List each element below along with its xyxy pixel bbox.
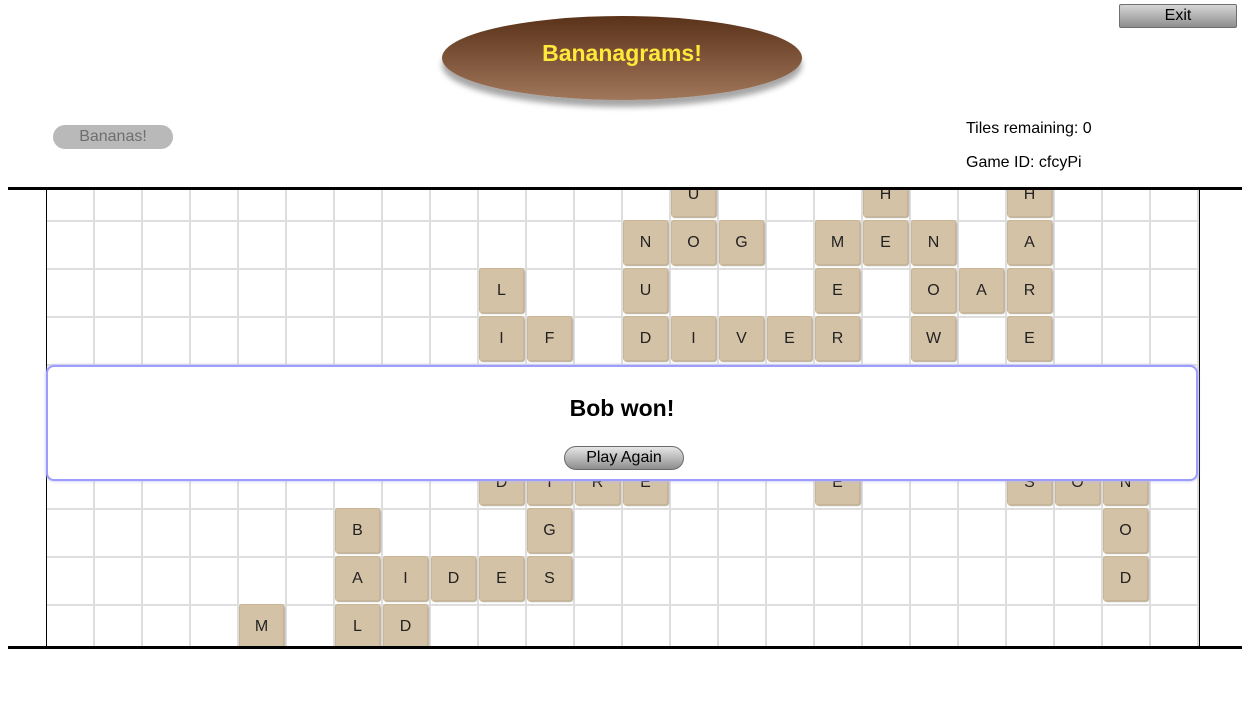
letter-tile[interactable]: E [815,268,860,313]
letter-tile[interactable]: S [527,556,572,601]
letter-tile[interactable]: G [527,508,572,553]
letter-tile[interactable]: A [959,268,1004,313]
letter-tile[interactable]: D [431,556,476,601]
letter-tile[interactable]: U [671,190,716,217]
win-dialog: Bob won! Play Again [46,365,1198,481]
letter-tile[interactable]: M [239,604,284,646]
letter-tile[interactable]: G [719,220,764,265]
tiles-remaining: Tiles remaining: 0 [966,120,1092,137]
letter-tile[interactable]: N [911,220,956,265]
letter-tile[interactable]: L [479,268,524,313]
letter-tile[interactable]: N [623,220,668,265]
letter-tile[interactable]: D [383,604,428,646]
game-title: Bananagrams! [542,39,702,66]
exit-button[interactable]: Exit [1119,4,1237,28]
letter-tile[interactable]: H [863,190,908,217]
letter-tile[interactable]: O [1103,508,1148,553]
bananas-button[interactable]: Bananas! [53,125,173,149]
letter-tile[interactable]: L [335,604,380,646]
letter-tile[interactable]: E [1007,316,1052,361]
letter-tile[interactable]: D [623,316,668,361]
letter-tile[interactable]: D [1103,556,1148,601]
play-again-button[interactable]: Play Again [564,446,684,470]
letter-tile[interactable]: I [383,556,428,601]
win-message: Bob won! [569,395,675,421]
letter-tile[interactable]: A [335,556,380,601]
letter-tile[interactable]: R [815,316,860,361]
title-banner: Bananagrams! [442,16,802,100]
letter-tile[interactable]: I [479,316,524,361]
letter-tile[interactable]: H [1007,190,1052,217]
letter-tile[interactable]: V [719,316,764,361]
letter-tile[interactable]: A [1007,220,1052,265]
game-id: Game ID: cfcyPi [966,154,1082,171]
letter-tile[interactable]: U [623,268,668,313]
board-bottom-border [8,646,1242,649]
letter-tile[interactable]: O [671,220,716,265]
letter-tile[interactable]: B [335,508,380,553]
letter-tile[interactable]: E [863,220,908,265]
letter-tile[interactable]: R [1007,268,1052,313]
letter-tile[interactable]: I [671,316,716,361]
letter-tile[interactable]: E [767,316,812,361]
letter-tile[interactable]: W [911,316,956,361]
letter-tile[interactable]: F [527,316,572,361]
letter-tile[interactable]: M [815,220,860,265]
letter-tile[interactable]: O [911,268,956,313]
letter-tile[interactable]: E [479,556,524,601]
